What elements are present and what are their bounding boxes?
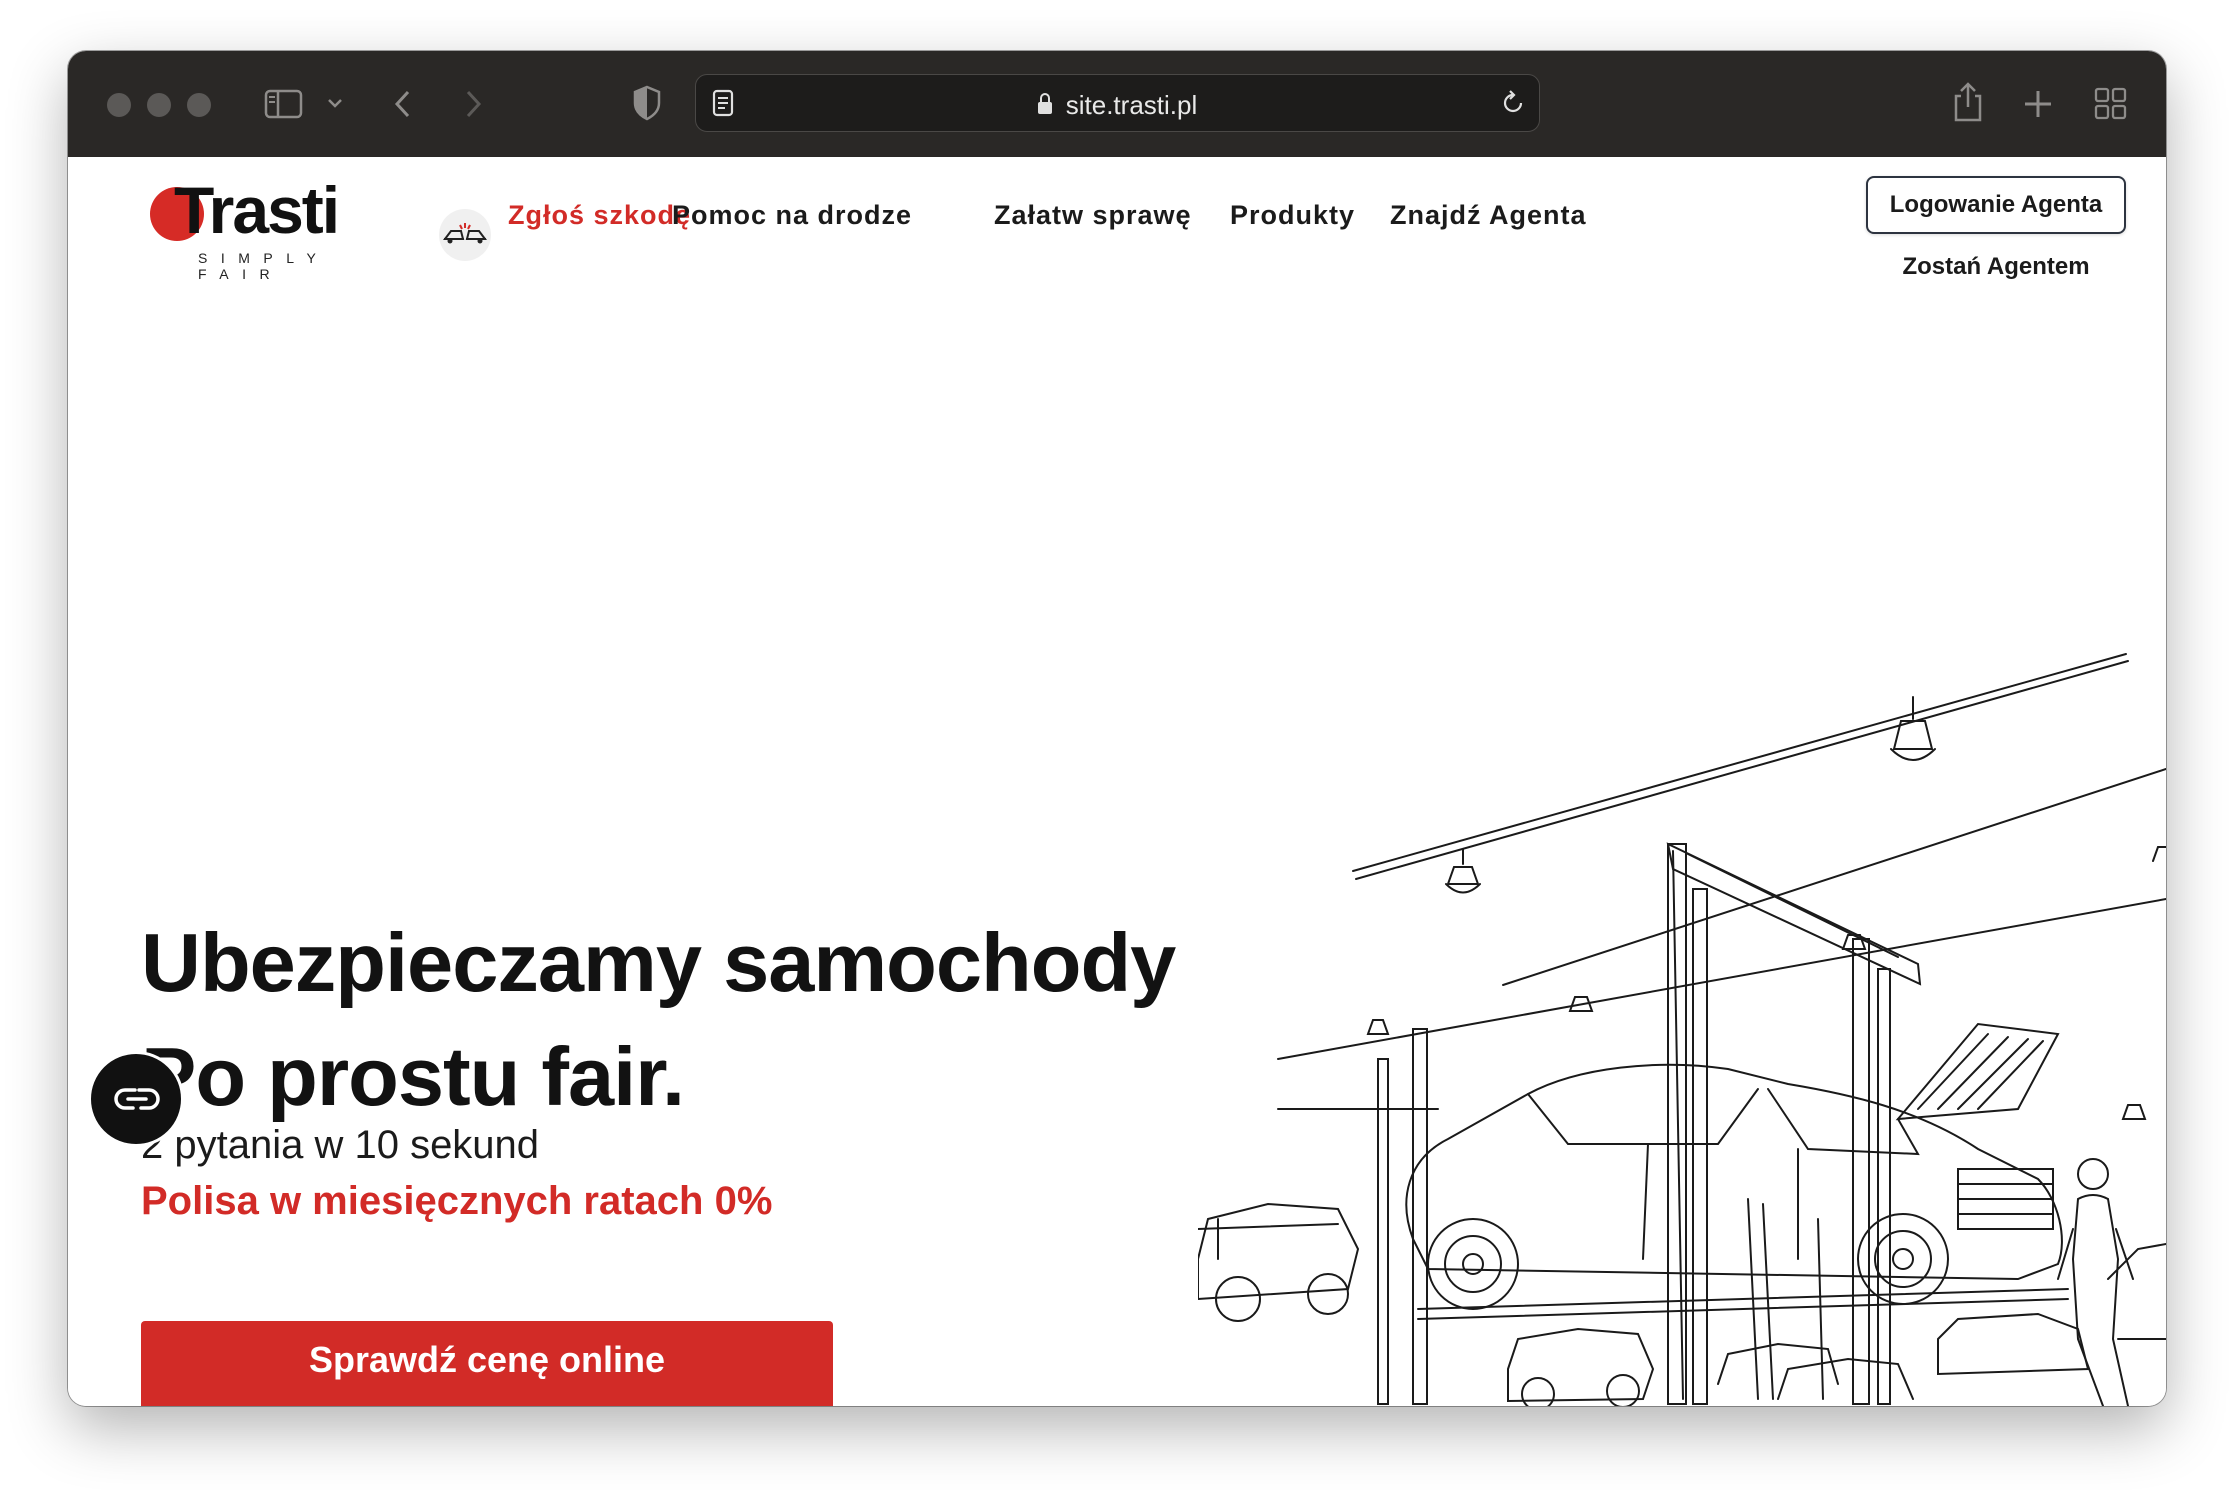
chevron-down-icon[interactable] xyxy=(326,96,344,110)
sidebar-icon[interactable] xyxy=(264,88,304,120)
back-icon[interactable] xyxy=(391,88,415,120)
url-label: site.trasti.pl xyxy=(1065,90,1198,120)
address-bar[interactable]: site.trasti.pl xyxy=(695,74,1540,132)
minimize-window-button[interactable] xyxy=(147,93,171,117)
nav-roadside-assistance[interactable]: Pomoc na drodze xyxy=(672,200,912,231)
agent-login-button[interactable]: Logowanie Agenta xyxy=(1866,176,2126,234)
nav-find-agent[interactable]: Znajdź Agenta xyxy=(1390,200,1587,231)
shield-icon[interactable] xyxy=(632,85,662,121)
browser-toolbar: site.trasti.pl xyxy=(68,51,2166,157)
become-agent-link[interactable]: Zostań Agentem xyxy=(1866,253,2126,281)
trasti-logo[interactable]: Trasti SIMPLY FAIR xyxy=(150,177,395,282)
new-tab-icon[interactable] xyxy=(2022,88,2054,120)
car-workshop-illustration xyxy=(1198,653,2166,1406)
site-header: Trasti SIMPLY FAIR Zgłoś szkodę Pomoc na… xyxy=(68,157,2166,310)
url-text[interactable]: site.trasti.pl xyxy=(696,90,1539,121)
car-crash-icon[interactable] xyxy=(439,209,491,261)
hero-promo: Polisa w miesięcznych ratach 0% xyxy=(141,1179,773,1223)
check-price-button[interactable]: Sprawdź cenę online xyxy=(141,1321,833,1406)
zoom-window-button[interactable] xyxy=(187,93,211,117)
tab-overview-icon[interactable] xyxy=(2094,87,2128,121)
hero-title-line1: Ubezpieczamy samochody xyxy=(141,916,1176,1009)
forward-icon[interactable] xyxy=(461,88,485,120)
nav-products[interactable]: Produkty xyxy=(1230,200,1355,231)
nav-report-claim[interactable]: Zgłoś szkodę xyxy=(508,200,691,231)
browser-window: site.trasti.pl Trasti SIMPLY FAIR Zgłoś … xyxy=(68,51,2166,1406)
hero-title-line2: Po prostu fair. xyxy=(141,1030,685,1123)
share-icon[interactable] xyxy=(1951,81,1985,123)
close-window-button[interactable] xyxy=(107,93,131,117)
reload-icon[interactable] xyxy=(1499,89,1527,117)
hero-subtitle: 2 pytania w 10 sekund xyxy=(141,1123,540,1167)
accessibility-glasses-icon xyxy=(114,1088,160,1110)
logo-wordmark: Trasti xyxy=(174,173,340,247)
hero-section: Ubezpieczamy samochody Po prostu fair. 2… xyxy=(68,309,2166,1406)
accessibility-button[interactable] xyxy=(88,1051,184,1147)
lock-icon xyxy=(1037,93,1052,114)
nav-handle-matter[interactable]: Załatw sprawę xyxy=(994,200,1192,231)
logo-tagline: SIMPLY FAIR xyxy=(198,250,330,282)
